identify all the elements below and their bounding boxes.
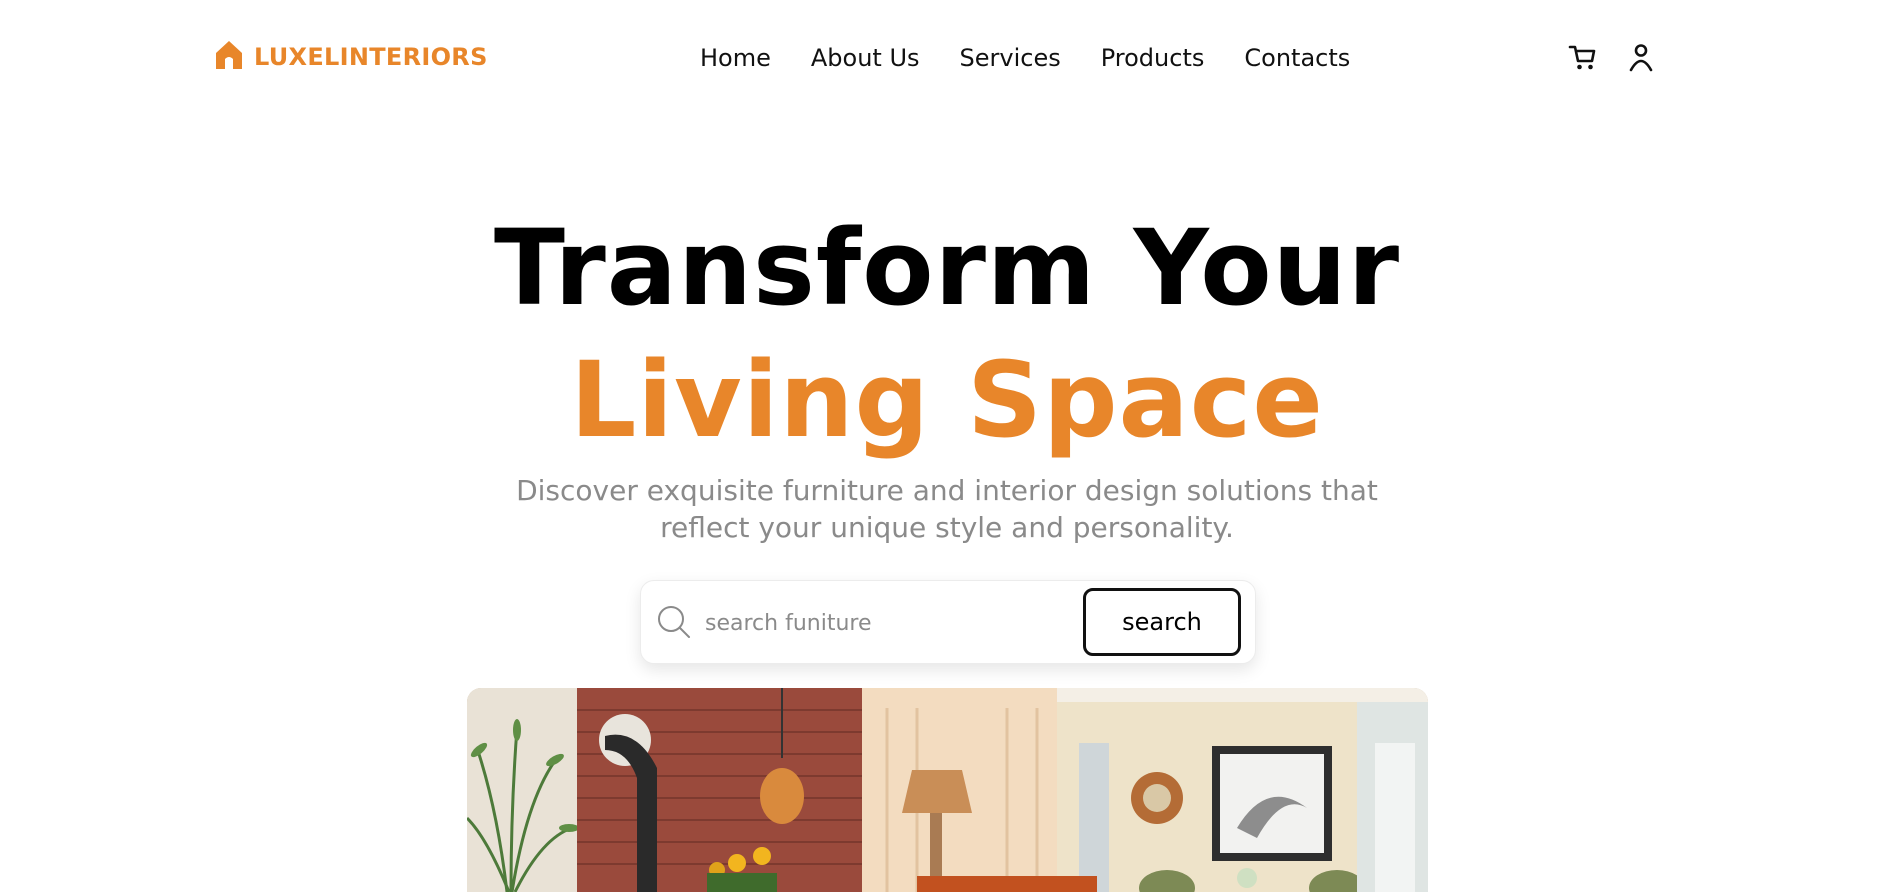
brand-name: LUXELINTERIORS (254, 43, 488, 71)
nav-services[interactable]: Services (960, 44, 1061, 72)
hero-title-line2: Living Space (570, 339, 1324, 461)
nav-home[interactable]: Home (700, 44, 771, 72)
hero-title-line1: Transform Your (493, 207, 1401, 329)
brand-logo[interactable]: LUXELINTERIORS (212, 38, 488, 76)
search-button[interactable]: search (1083, 588, 1241, 656)
search-icon (655, 603, 693, 641)
main-menu: Home About Us Services Products Contacts (700, 44, 1350, 72)
nav-about-us[interactable]: About Us (811, 44, 920, 72)
top-navbar: LUXELINTERIORS Home About Us Services Pr… (0, 0, 1894, 120)
search-input[interactable] (703, 601, 1107, 645)
search-bar: search (640, 580, 1256, 664)
user-icon[interactable] (1625, 41, 1657, 73)
living-room-photo (467, 688, 1428, 892)
nav-actions (1567, 41, 1657, 73)
nav-products[interactable]: Products (1101, 44, 1205, 72)
hero-subtitle: Discover exquisite furniture and interio… (516, 474, 1378, 544)
nav-contacts[interactable]: Contacts (1244, 44, 1350, 72)
house-icon (212, 38, 246, 76)
cart-icon[interactable] (1567, 41, 1599, 73)
